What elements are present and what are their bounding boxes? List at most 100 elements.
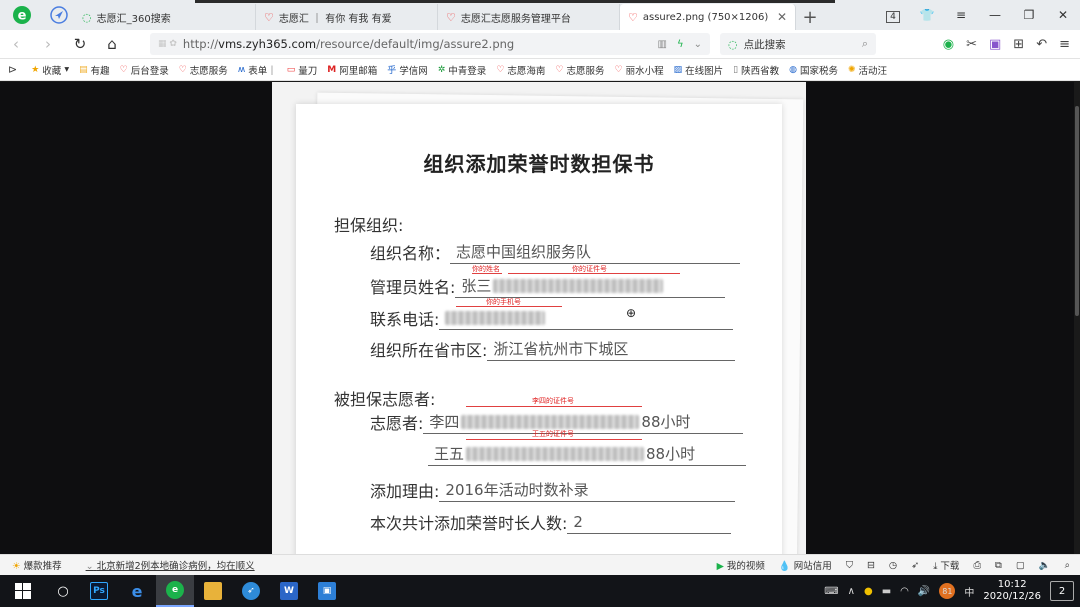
dog-icon: ✺	[847, 64, 856, 75]
tab-count-badge[interactable]: 4	[876, 8, 910, 23]
shirt-icon[interactable]: 👕	[910, 8, 944, 22]
bookmark-item[interactable]: ♡ 志愿服务	[179, 63, 228, 77]
tray-app2-icon[interactable]: ▬	[882, 586, 891, 597]
url-input[interactable]: ▦ ✿ http://vms.zyh365.com/resource/defau…	[150, 33, 710, 55]
feather-app[interactable]: ➶	[232, 575, 270, 607]
bookmark-item[interactable]: ✲ 中青登录	[438, 63, 487, 77]
more-icon[interactable]: ≡	[1059, 37, 1070, 52]
ime-icon[interactable]: 中	[964, 584, 974, 599]
file-explorer-app[interactable]	[194, 575, 232, 607]
bookmark-item[interactable]: ♡ 志愿服务	[555, 63, 604, 77]
image-icon: ▨	[673, 64, 683, 75]
system-clock[interactable]: 10:12 2020/12/26	[983, 579, 1041, 603]
download-link[interactable]: ⤓ 下载	[933, 558, 959, 572]
notification-center[interactable]: 2	[1050, 581, 1074, 601]
tab-nav-button[interactable]	[44, 0, 74, 30]
bookmark-item[interactable]: ▯ 陕西省教	[733, 63, 779, 77]
tray-app-icon[interactable]: ●	[864, 586, 873, 597]
forward-icon[interactable]: ›	[32, 35, 64, 53]
bookmark-item[interactable]: ✺ 活动汪	[848, 63, 887, 77]
scissors-icon[interactable]: ✂	[966, 37, 977, 52]
close-icon[interactable]: ✕	[777, 10, 787, 24]
heart-icon: ♡	[555, 64, 564, 75]
word-app[interactable]: W	[270, 575, 308, 607]
extension-green-icon[interactable]: ◉	[943, 37, 954, 52]
xuexin-icon: 乎	[387, 66, 397, 76]
bookmark-item[interactable]: ʍ 表单｜	[238, 63, 277, 77]
media-app[interactable]: ▣	[308, 575, 346, 607]
bookmark-item[interactable]: ♡ 志愿海南	[496, 63, 545, 77]
bookmark-item[interactable]: ★ 收藏 ▾	[31, 63, 69, 77]
bookmark-item[interactable]: ▤ 有趣	[79, 63, 110, 77]
grid-icon[interactable]: ⊞	[1013, 37, 1024, 52]
annotation-line	[466, 406, 642, 407]
site-credit-link[interactable]: 💧 网站信用	[779, 558, 832, 572]
bookmark-item[interactable]: M 阿里邮箱	[327, 63, 377, 77]
cortana-icon[interactable]: ○	[46, 575, 80, 607]
bookmark-item[interactable]: 乎学信网	[387, 63, 428, 77]
site-info-icon[interactable]: ▦ ✿	[158, 39, 177, 49]
bookmark-item[interactable]: ♡ 后台登录	[120, 63, 169, 77]
restore-icon[interactable]: ❐	[1012, 8, 1046, 22]
keyboard-icon[interactable]: ⌨	[824, 586, 838, 597]
browser-360-icon: e	[166, 581, 184, 599]
undo-icon[interactable]: ↶	[1036, 37, 1047, 52]
volunteer1-value: 李四 88小时	[423, 410, 744, 434]
home-icon[interactable]: ⌂	[96, 35, 128, 53]
bookmark-item[interactable]: ♡ 丽水小程	[615, 63, 664, 77]
blurred-id-number	[461, 414, 640, 429]
browser-360-app[interactable]: e	[156, 575, 194, 607]
hot-recommend-link[interactable]: ☀ 爆款推荐	[12, 558, 62, 572]
translate-icon[interactable]: ⊟	[867, 560, 875, 571]
bookmark-item[interactable]: ◍ 国家税务	[789, 63, 838, 77]
system-tray: ⌨ ∧ ● ▬ ◠ 🔊 81 中 10:12 2020/12/26 2	[824, 579, 1080, 603]
edge-app[interactable]: e	[118, 575, 156, 607]
lightning-icon[interactable]: ϟ	[677, 39, 684, 50]
browser-logo[interactable]: e	[0, 0, 44, 30]
menu-icon[interactable]: ≡	[944, 8, 978, 22]
zoom-icon[interactable]: ⌕	[1065, 560, 1070, 571]
back-icon[interactable]: ‹	[0, 35, 32, 53]
blurred-id-number	[493, 278, 664, 293]
start-button[interactable]	[0, 575, 46, 607]
scrollbar[interactable]	[1074, 82, 1080, 554]
tab-360-search[interactable]: ◌ 志愿汇_360搜索	[74, 4, 256, 30]
phone-value	[439, 306, 734, 330]
my-video-link[interactable]: ▶ 我的视频	[717, 558, 765, 572]
refresh-icon[interactable]: ↻	[64, 35, 96, 53]
tray-badge[interactable]: 81	[939, 583, 956, 599]
admin-name: 张三	[461, 277, 492, 295]
search-icon[interactable]: ⌕	[862, 37, 868, 51]
tab-zyh-platform[interactable]: ♡ 志愿汇志愿服务管理平台	[438, 4, 620, 30]
tab-assure2-image[interactable]: ♡ assure2.png (750×1206) ✕	[620, 4, 796, 30]
chevron-down-icon[interactable]: ⌄	[694, 39, 702, 50]
image-frame[interactable]: 组织添加荣誉时数担保书 担保组织: 组织名称： 志愿中国组织服务队 你的姓名 你…	[272, 82, 806, 554]
scrollbar-thumb[interactable]	[1075, 106, 1079, 316]
news-link[interactable]: ⌄ 北京新增2例本地确诊病例，均在顺义	[86, 558, 255, 572]
tab-bar: e ◌ 志愿汇_360搜索 ♡ 志愿汇 ｜ 有你 有我 有爱 ♡ 志愿汇志愿服务…	[0, 0, 1080, 30]
purple-extension-icon[interactable]: ▣	[989, 37, 1001, 52]
reader-icon[interactable]: ▥	[658, 39, 667, 50]
toolbar-right: ◉ ✂ ▣ ⊞ ↶ ≡	[943, 37, 1080, 52]
wifi-icon[interactable]: ◠	[900, 586, 909, 597]
bookmark-item[interactable]: ▭ 量刀	[287, 63, 318, 77]
copy-icon[interactable]: ⧉	[995, 560, 1002, 571]
sound-icon[interactable]: 🔈	[1039, 560, 1051, 571]
shield-icon[interactable]: ⛉	[846, 560, 853, 571]
sidebar-toggle-icon[interactable]: ⊳	[8, 63, 17, 76]
bookmark-item[interactable]: ▨ 在线图片	[674, 63, 724, 77]
photoshop-app[interactable]: Ps	[80, 575, 118, 607]
window-icon[interactable]: ▢	[1016, 560, 1025, 571]
volume-icon[interactable]: 🔊	[918, 586, 930, 597]
tab-zyh-home[interactable]: ♡ 志愿汇 ｜ 有你 有我 有爱	[256, 4, 438, 30]
rocket-icon[interactable]: ➶	[911, 560, 919, 571]
printer-icon[interactable]: ⎙	[973, 560, 981, 571]
window-close-icon[interactable]: ✕	[1046, 8, 1080, 22]
new-tab-button[interactable]: +	[796, 4, 824, 30]
minimize-icon[interactable]: —	[978, 8, 1012, 22]
search-input[interactable]: ◌ 点此搜索 ⌕	[720, 33, 876, 55]
chevron-up-icon[interactable]: ∧	[848, 586, 855, 597]
status-left: ☀ 爆款推荐 ⌄ 北京新增2例本地确诊病例，均在顺义	[12, 558, 255, 572]
volunteer1-hours: 88小时	[641, 413, 691, 431]
history-icon[interactable]: ◷	[889, 560, 897, 571]
